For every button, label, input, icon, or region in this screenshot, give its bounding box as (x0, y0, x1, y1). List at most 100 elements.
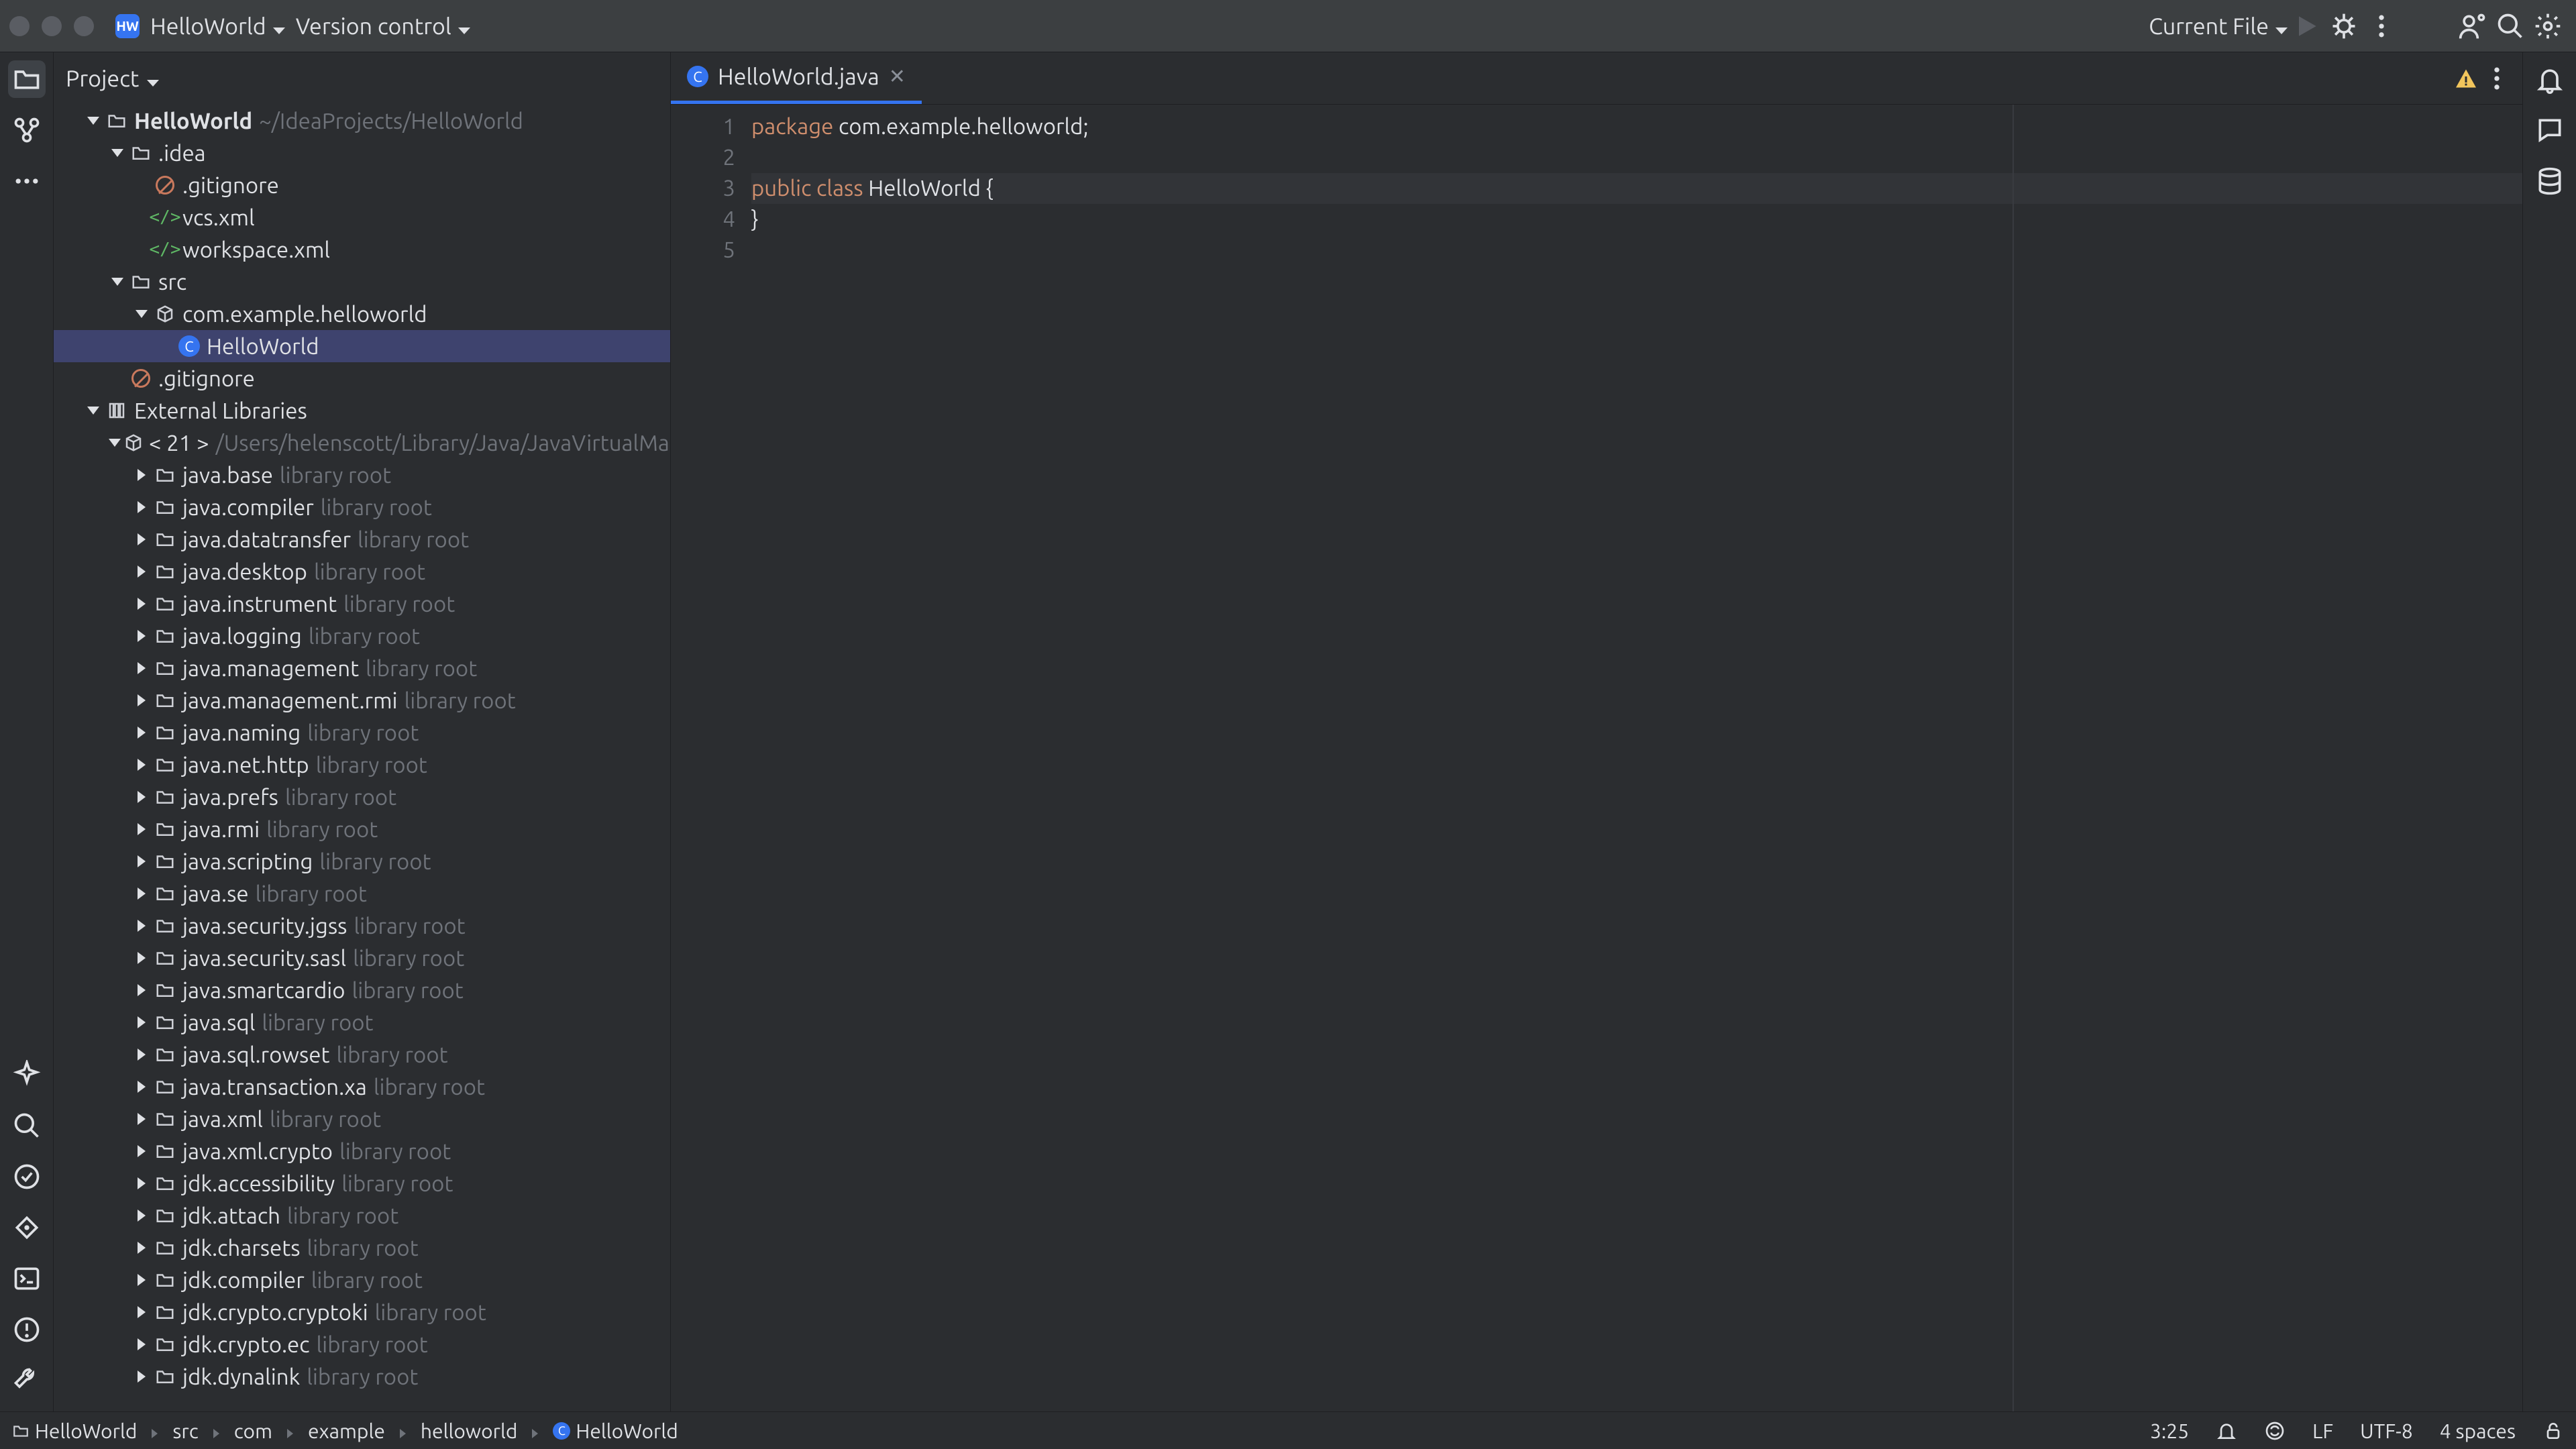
tree-row[interactable]: src (54, 266, 670, 298)
expand-arrow-icon[interactable] (133, 727, 150, 739)
line-separator[interactable]: LF (2312, 1419, 2333, 1442)
breadcrumb-item[interactable]: src (172, 1419, 198, 1442)
find-tool-icon[interactable] (8, 1107, 46, 1144)
breadcrumb-item[interactable]: com (234, 1419, 272, 1442)
tree-row[interactable]: java.transaction.xalibrary root (54, 1071, 670, 1103)
expand-arrow-icon[interactable] (133, 630, 150, 642)
expand-arrow-icon[interactable] (85, 407, 102, 415)
expand-arrow-icon[interactable] (133, 791, 150, 803)
tab-more-icon[interactable] (2478, 60, 2516, 97)
breadcrumb-item[interactable]: helloworld (421, 1419, 518, 1442)
expand-arrow-icon[interactable] (133, 920, 150, 932)
more-tools-icon[interactable] (8, 162, 46, 200)
tree-row[interactable]: java.management.rmilibrary root (54, 684, 670, 716)
ai-status-icon[interactable] (2264, 1420, 2286, 1442)
expand-arrow-icon[interactable] (133, 598, 150, 610)
readonly-lock-icon[interactable] (2542, 1420, 2564, 1442)
tree-row[interactable]: HelloWorld~/IdeaProjects/HelloWorld (54, 105, 670, 137)
tree-row[interactable]: External Libraries (54, 394, 670, 427)
expand-arrow-icon[interactable] (133, 1274, 150, 1286)
tree-row[interactable]: jdk.compilerlibrary root (54, 1264, 670, 1296)
expand-arrow-icon[interactable] (133, 1049, 150, 1061)
tree-row[interactable]: java.datatransferlibrary root (54, 523, 670, 555)
tree-row[interactable]: </>vcs.xml (54, 201, 670, 233)
indent-info[interactable]: 4 spaces (2440, 1419, 2516, 1442)
tree-row[interactable]: </>workspace.xml (54, 233, 670, 266)
tree-row[interactable]: < 21 >/Users/helenscott/Library/Java/Jav… (54, 427, 670, 459)
breadcrumb-item[interactable]: CHelloWorld (553, 1419, 678, 1442)
expand-arrow-icon[interactable] (133, 1113, 150, 1125)
expand-arrow-icon[interactable] (133, 1371, 150, 1383)
expand-arrow-icon[interactable] (133, 1306, 150, 1318)
notification-status-icon[interactable] (2216, 1420, 2237, 1442)
tree-row[interactable]: java.baselibrary root (54, 459, 670, 491)
close-tab-icon[interactable]: ✕ (889, 64, 906, 89)
expand-arrow-icon[interactable] (133, 1081, 150, 1093)
navigation-bar[interactable]: HelloWorldsrccomexamplehelloworldCHelloW… (12, 1419, 678, 1442)
tree-row[interactable]: .gitignore (54, 362, 670, 394)
expand-arrow-icon[interactable] (133, 855, 150, 867)
expand-arrow-icon[interactable] (109, 149, 126, 157)
expand-arrow-icon[interactable] (133, 1016, 150, 1028)
expand-arrow-icon[interactable] (109, 278, 126, 286)
expand-arrow-icon[interactable] (133, 566, 150, 578)
project-tool-button[interactable] (8, 60, 46, 98)
expand-arrow-icon[interactable] (133, 984, 150, 996)
expand-arrow-icon[interactable] (133, 1338, 150, 1350)
maximize-window-icon[interactable] (74, 16, 94, 36)
tree-row[interactable]: jdk.accessibilitylibrary root (54, 1167, 670, 1199)
expand-arrow-icon[interactable] (133, 1210, 150, 1222)
close-window-icon[interactable] (9, 16, 30, 36)
expand-arrow-icon[interactable] (133, 888, 150, 900)
tree-row[interactable]: java.desktoplibrary root (54, 555, 670, 588)
tree-row[interactable]: java.instrumentlibrary root (54, 588, 670, 620)
build-tool-icon[interactable] (8, 1362, 46, 1399)
structure-tool-button[interactable] (8, 111, 46, 149)
expand-arrow-icon[interactable] (133, 823, 150, 835)
tree-row[interactable]: CHelloWorld (54, 330, 670, 362)
tree-row[interactable]: java.xml.cryptolibrary root (54, 1135, 670, 1167)
expand-arrow-icon[interactable] (133, 1145, 150, 1157)
minimize-window-icon[interactable] (42, 16, 62, 36)
tree-row[interactable]: jdk.crypto.eclibrary root (54, 1328, 670, 1360)
vcs-menu[interactable]: Version control (296, 13, 470, 39)
tree-row[interactable]: java.rmilibrary root (54, 813, 670, 845)
expand-arrow-icon[interactable] (133, 952, 150, 964)
expand-arrow-icon[interactable] (133, 1177, 150, 1189)
tree-row[interactable]: java.sqllibrary root (54, 1006, 670, 1038)
expand-arrow-icon[interactable] (133, 533, 150, 545)
tree-row[interactable]: com.example.helloworld (54, 298, 670, 330)
tree-row[interactable]: java.sql.rowsetlibrary root (54, 1038, 670, 1071)
services-tool-icon[interactable] (8, 1209, 46, 1246)
expand-arrow-icon[interactable] (133, 469, 150, 481)
terminal-tool-icon[interactable] (8, 1260, 46, 1297)
code-with-me-icon[interactable] (2454, 7, 2491, 45)
tree-row[interactable]: java.prefslibrary root (54, 781, 670, 813)
more-actions-icon[interactable] (2363, 7, 2400, 45)
run-button[interactable] (2288, 7, 2325, 45)
ai-chat-tool-icon[interactable] (2531, 111, 2569, 149)
expand-arrow-icon[interactable] (133, 694, 150, 706)
tree-row[interactable]: jdk.attachlibrary root (54, 1199, 670, 1232)
project-menu[interactable]: HelloWorld (150, 13, 285, 39)
tree-row[interactable]: jdk.crypto.cryptokilibrary root (54, 1296, 670, 1328)
tree-row[interactable]: java.smartcardiolibrary root (54, 974, 670, 1006)
run-config-selector[interactable]: Current File (2149, 13, 2288, 39)
search-everywhere-icon[interactable] (2491, 7, 2529, 45)
caret-position[interactable]: 3:25 (2150, 1419, 2189, 1442)
expand-arrow-icon[interactable] (133, 759, 150, 771)
tree-row[interactable]: java.xmllibrary root (54, 1103, 670, 1135)
expand-arrow-icon[interactable] (133, 310, 150, 318)
tree-row[interactable]: java.managementlibrary root (54, 652, 670, 684)
tree-row[interactable]: java.scriptinglibrary root (54, 845, 670, 877)
tree-row[interactable]: jdk.dynalinklibrary root (54, 1360, 670, 1393)
project-panel-header[interactable]: Project (54, 52, 670, 105)
database-tool-icon[interactable] (2531, 162, 2569, 200)
tree-row[interactable]: java.security.sasllibrary root (54, 942, 670, 974)
inspection-warning-icon[interactable] (2454, 66, 2478, 91)
tree-row[interactable]: jdk.charsetslibrary root (54, 1232, 670, 1264)
tree-row[interactable]: java.logginglibrary root (54, 620, 670, 652)
expand-arrow-icon[interactable] (133, 1242, 150, 1254)
problems-tool-icon[interactable] (8, 1311, 46, 1348)
tree-row[interactable]: .gitignore (54, 169, 670, 201)
